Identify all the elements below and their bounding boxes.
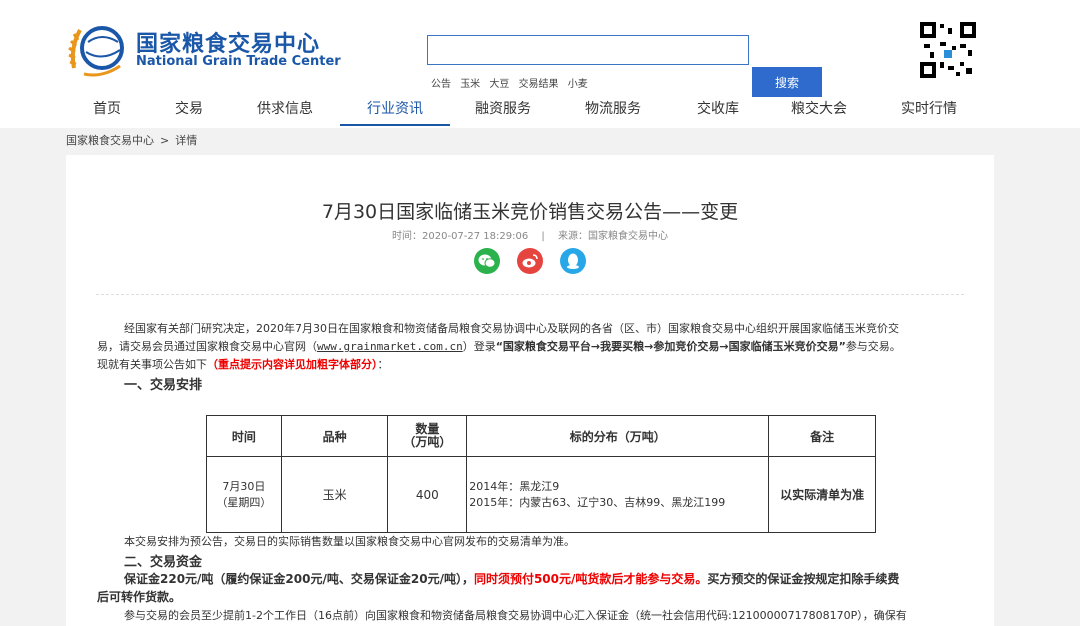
- section-2-heading: 二、交易资金: [124, 555, 203, 570]
- nav-item-industry-news[interactable]: 行业资讯: [340, 98, 450, 126]
- intro-line-1: 经国家有关部门研究决定，2020年7月30日在国家粮食和物资储备局粮食交易协调中…: [124, 322, 899, 335]
- intro-line-2-end: 参与交易。: [845, 340, 901, 353]
- intro-line-3-colon: ：: [377, 358, 389, 371]
- article-meta: 时间：2020-07-27 18:29:06 | 来源：国家粮食交易中心: [66, 227, 994, 242]
- cell-note: 以实际清单为准: [768, 456, 876, 533]
- logo-icon[interactable]: [66, 18, 128, 80]
- breadcrumb-separator: >: [160, 134, 170, 147]
- header-cell-time: 时间: [206, 415, 282, 457]
- distribution-2014: 2014年：黑龙江9: [469, 479, 560, 493]
- intro-line-2-login: ）登录: [462, 340, 496, 353]
- intro-line-2: 易，请交易会员通过国家粮食交易中心官网（www.grainmarket.com.…: [97, 338, 901, 356]
- search-button[interactable]: 搜索: [752, 67, 822, 97]
- nav-item-delivery-warehouse[interactable]: 交收库: [690, 98, 746, 124]
- hot-search-words: 公告 玉米 大豆 交易结果 小麦: [431, 75, 594, 90]
- deposit-line-2: 后可转作货款。: [97, 590, 182, 604]
- distribution-2015: 2015年：内蒙古63、辽宁30、吉林99、黑龙江199: [469, 495, 726, 509]
- section-1-heading: 一、交易安排: [124, 378, 203, 393]
- deposit-amount: 保证金220元/吨（履约保证金200元/吨、交易保证金20元/吨），: [124, 572, 474, 586]
- cell-time: 7月30日 （星期四）: [206, 456, 282, 533]
- intro-line-3: 现就有关事项公告如下（重点提示内容详见加粗字体部分）：: [97, 356, 389, 374]
- weibo-share-icon[interactable]: [517, 248, 543, 274]
- prepayment-requirement: 同时须预付500元/吨货款后才能参与交易。: [473, 572, 708, 586]
- search-input[interactable]: [427, 35, 749, 65]
- header-cell-variety: 品种: [280, 415, 389, 457]
- article-source: 来源：国家粮食交易中心: [557, 231, 668, 242]
- nav-item-home[interactable]: 首页: [84, 98, 130, 124]
- hotword-link[interactable]: 玉米: [460, 79, 480, 90]
- site-header: 国家粮食交易中心 National Grain Trade Center 公告 …: [0, 0, 1080, 128]
- hotword-link[interactable]: 大豆: [489, 79, 509, 90]
- qr-code-icon: [920, 22, 976, 78]
- deposit-fee-note: 买方预交的保证金按规定扣除手续费: [707, 572, 900, 586]
- schedule-note: 本交易安排为预公告，交易日的实际销售数量以国家粮食交易中心官网发布的交易清单为准…: [124, 535, 575, 548]
- main-nav: 首页 交易 供求信息 行业资讯 融资服务 物流服务 交收库 粮交大会 实时行情: [66, 98, 1000, 126]
- content-divider: [96, 294, 964, 295]
- hotword-link[interactable]: 小麦: [568, 79, 588, 90]
- nav-item-grain-conference[interactable]: 粮交大会: [786, 98, 852, 124]
- trade-schedule-table: 时间 品种 数量 （万吨） 标的分布（万吨） 备注 7月30日 （星期四） 玉米…: [206, 415, 876, 533]
- cell-variety: 玉米: [280, 456, 389, 533]
- deposit-line-1: 保证金220元/吨（履约保证金200元/吨、交易保证金20元/吨），同时须预付5…: [124, 570, 899, 588]
- article-panel: 7月30日国家临储玉米竞价销售交易公告——变更 时间：2020-07-27 18…: [66, 155, 994, 626]
- highlight-note: （重点提示内容详见加粗字体部分）: [207, 358, 378, 371]
- nav-item-logistics[interactable]: 物流服务: [580, 98, 646, 124]
- wechat-share-icon[interactable]: [474, 248, 500, 274]
- header-cell-distribution: 标的分布（万吨）: [466, 415, 770, 457]
- hotword-link[interactable]: 公告: [431, 79, 451, 90]
- breadcrumb-home-link[interactable]: 国家粮食交易中心: [66, 134, 154, 147]
- qq-share-icon[interactable]: [560, 248, 586, 274]
- deposit-line-3: 参与交易的会员至少提前1-2个工作日（16点前）向国家粮食和物资储备局粮食交易协…: [124, 609, 907, 622]
- official-site-link[interactable]: www.grainmarket.com.cn: [317, 340, 463, 353]
- platform-path: “国家粮食交易平台→我要买粮→参加竞价交易→国家临储玉米竞价交易”: [495, 340, 846, 353]
- nav-item-supply-demand[interactable]: 供求信息: [252, 98, 318, 124]
- intro-line-2-text: 易，请交易会员通过国家粮食交易中心官网（: [97, 340, 317, 353]
- brand-name-en[interactable]: National Grain Trade Center: [136, 54, 341, 69]
- cell-quantity: 400: [387, 456, 468, 533]
- breadcrumb-current: 详情: [175, 134, 198, 147]
- cell-distribution: 2014年：黑龙江9 2015年：内蒙古63、辽宁30、吉林99、黑龙江199: [466, 456, 770, 533]
- nav-item-finance[interactable]: 融资服务: [470, 98, 536, 124]
- hotword-link[interactable]: 交易结果: [519, 79, 559, 90]
- intro-line-3-text: 现就有关事项公告如下: [97, 358, 207, 371]
- meta-separator: |: [541, 231, 545, 242]
- header-cell-quantity: 数量 （万吨）: [387, 415, 468, 457]
- breadcrumb: 国家粮食交易中心 > 详情: [66, 132, 197, 148]
- table-row: 7月30日 （星期四） 玉米 400 2014年：黑龙江9 2015年：内蒙古6…: [206, 456, 876, 533]
- article-time: 时间：2020-07-27 18:29:06: [392, 231, 529, 242]
- nav-item-trade[interactable]: 交易: [166, 98, 212, 124]
- table-header-row: 时间 品种 数量 （万吨） 标的分布（万吨） 备注: [206, 415, 876, 457]
- header-cell-note: 备注: [768, 415, 876, 457]
- article-title: 7月30日国家临储玉米竞价销售交易公告——变更: [321, 201, 739, 223]
- nav-item-realtime-quotes[interactable]: 实时行情: [896, 98, 962, 124]
